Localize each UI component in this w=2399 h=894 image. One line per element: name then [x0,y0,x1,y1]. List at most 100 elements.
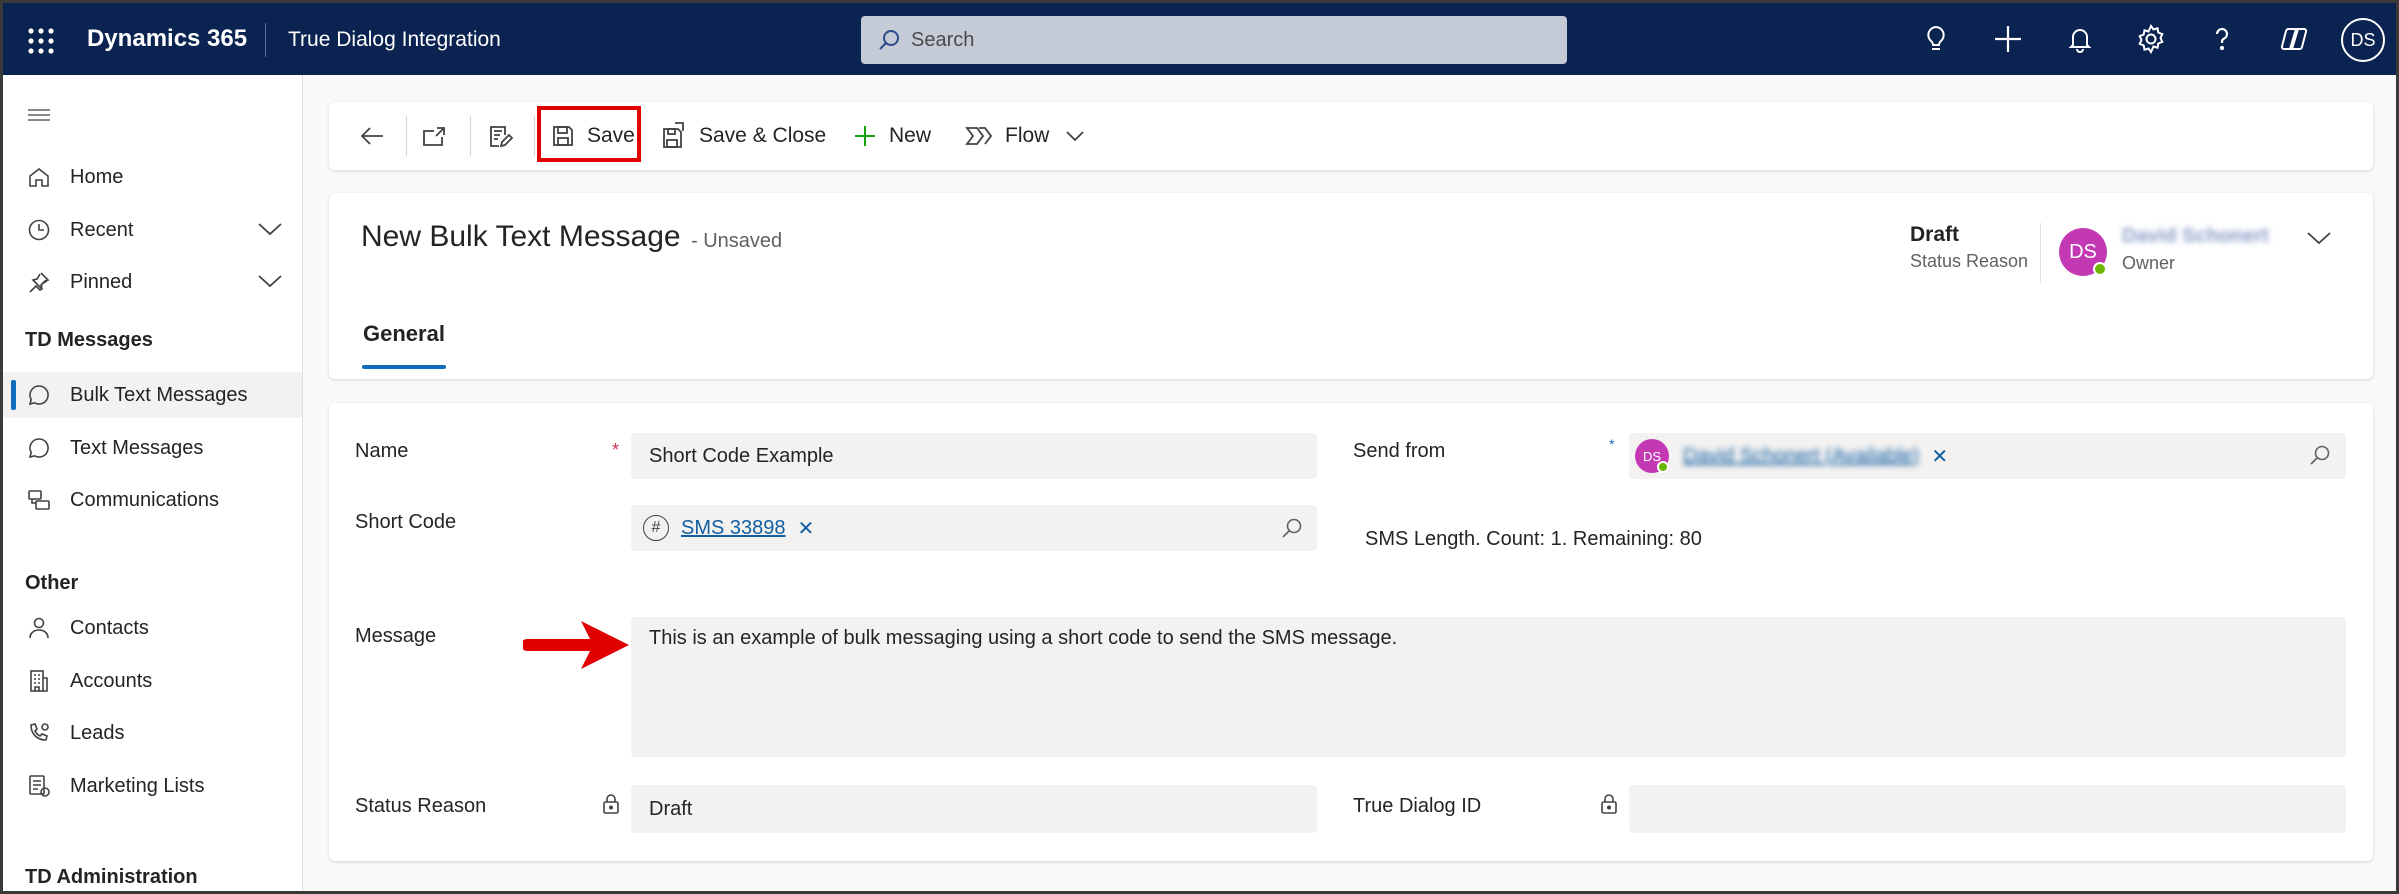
sidebar-item-label: Bulk Text Messages [70,383,248,406]
short-code-value[interactable]: SMS 33898 [681,517,786,540]
sidebar-item-leads[interactable]: Leads [3,710,302,756]
status-reason-field-label: Status Reason [355,795,487,817]
app-name[interactable]: True Dialog Integration [288,28,501,52]
top-navigation-bar: Dynamics 365 True Dialog Integration Sea… [3,3,2396,75]
sidebar-item-label: Pinned [70,270,133,293]
record-title: New Bulk Text Message [361,220,681,253]
message-label: Message [355,625,437,647]
save-close-label: Save & Close [699,124,827,147]
presence-available-icon [2093,262,2107,276]
back-button[interactable] [359,102,385,170]
user-avatar[interactable]: DS [2341,18,2385,62]
owner-label: Owner [2122,253,2176,273]
communications-icon [27,488,51,512]
sidebar-item-accounts[interactable]: Accounts [3,658,302,704]
remove-close-icon[interactable]: ✕ [798,516,815,541]
search-placeholder: Search [911,28,975,51]
brand-name[interactable]: Dynamics 365 [87,25,247,53]
sidebar-item-label: Contacts [70,616,149,639]
record-header: New Bulk Text Message - Unsaved Draft St… [329,193,2373,379]
sidebar-group-td-messages: TD Messages [25,329,153,351]
true-dialog-id-label: True Dialog ID [1353,795,1482,817]
send-from-label: Send from [1353,440,1446,462]
sidebar-item-recent[interactable]: Recent [3,207,302,253]
flow-label: Flow [1005,124,1050,147]
help-icon[interactable] [2205,22,2239,56]
required-asterisk: * [612,440,620,460]
header-divider [2040,223,2041,283]
open-new-window-button[interactable] [421,102,447,170]
sidebar-item-label: Recent [70,218,134,241]
chevron-down-icon[interactable] [257,272,283,290]
plus-icon [853,124,877,148]
short-code-lookup[interactable]: # SMS 33898 ✕ [631,505,1317,551]
status-reason-field: Draft [631,785,1317,833]
chevron-down-icon[interactable] [257,220,283,238]
header-expand-chevron-icon[interactable] [2306,229,2332,247]
bell-icon[interactable] [2063,22,2097,56]
arrow-left-icon [359,125,385,147]
copilot-icon[interactable] [2277,22,2311,56]
clock-icon [27,218,51,242]
command-bar: Save Save & Close New Flow [329,102,2373,170]
save-button-highlight-annotation [537,106,641,162]
sidebar-item-label: Text Messages [70,436,204,459]
sidebar-item-label: Accounts [70,669,153,692]
true-dialog-id-field [1629,785,2346,833]
save-close-icon [661,122,687,150]
sidebar-item-text-messages[interactable]: Text Messages [3,425,302,471]
owner-avatar[interactable]: DS [2059,228,2107,276]
lock-icon [1600,793,1618,815]
search-icon[interactable] [1281,517,1303,539]
message-textarea[interactable]: This is an example of bulk messaging usi… [631,617,2346,757]
hamburger-menu-icon[interactable] [27,105,51,125]
lightbulb-icon[interactable] [1919,22,1953,56]
search-icon[interactable] [2309,444,2331,466]
general-form-section: Name * Short Code Example Send from * DS… [329,403,2373,861]
open-in-new-window-icon [421,124,447,148]
sidebar-item-communications[interactable]: Communications [3,477,302,523]
status-reason-value: Draft [1910,223,1960,246]
remove-close-icon[interactable]: ✕ [1931,444,1948,469]
phone-person-icon [27,721,51,745]
short-code-label: Short Code [355,511,457,533]
tab-general[interactable]: General [363,321,445,347]
name-value: Short Code Example [649,444,834,467]
hashtag-icon: # [643,515,669,541]
send-from-value[interactable]: David Schonert (Available) [1683,445,1919,468]
send-from-initials: DS [1642,448,1662,464]
sidebar-item-label: Marketing Lists [70,774,205,797]
plus-icon[interactable] [1991,22,2025,56]
save-close-button[interactable]: Save & Close [661,102,826,170]
name-field[interactable]: Short Code Example [631,433,1317,479]
unsaved-indicator: - Unsaved [691,230,783,252]
command-separator [470,116,471,156]
new-label: New [889,124,932,147]
chat-icon [27,436,51,460]
red-arrow-annotation-icon [523,617,633,673]
sidebar-item-home[interactable]: Home [3,154,302,200]
command-separator [406,116,407,156]
sidebar-item-pinned[interactable]: Pinned [3,259,302,305]
send-from-lookup[interactable]: DS David Schonert (Available) ✕ [1629,433,2346,479]
owner-initials: DS [2069,240,2097,263]
search-box[interactable]: Search [861,16,1567,64]
sidebar-item-marketing-lists[interactable]: Marketing Lists [3,763,302,809]
gear-icon[interactable] [2134,22,2168,56]
sidebar-item-bulk-text-messages[interactable]: Bulk Text Messages [3,372,302,418]
lock-icon [602,793,620,815]
list-icon [27,774,51,798]
sidebar-item-contacts[interactable]: Contacts [3,605,302,651]
name-label: Name [355,440,409,462]
owner-name[interactable]: David Schonert [2122,225,2269,248]
building-icon [27,669,51,693]
pin-icon [27,270,51,294]
flow-button[interactable]: Flow [965,102,1049,170]
flow-dropdown-button[interactable] [1065,102,1085,170]
chevron-down-icon [1065,129,1085,143]
new-button[interactable]: New [853,102,931,170]
flow-icon [965,124,993,148]
sitemap-sidebar: Home Recent Pinned TD Messages Bulk Text… [3,75,303,891]
form-editor-button[interactable] [487,102,513,170]
app-launcher-icon[interactable] [25,25,57,57]
